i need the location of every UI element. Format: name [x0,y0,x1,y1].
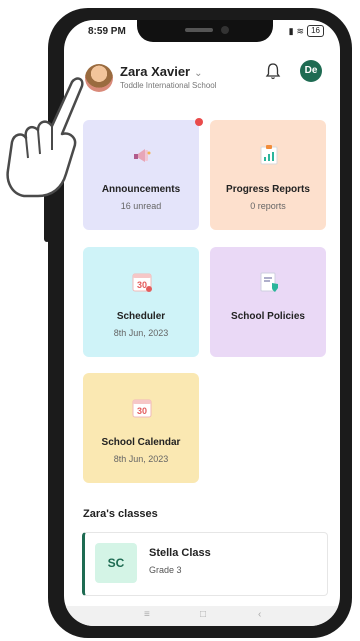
school-calendar-tile[interactable]: 30 School Calendar 8th Jun, 2023 [83,373,199,483]
system-nav-bar: ≡ □ ‹ [64,606,340,626]
bell-icon[interactable] [265,62,281,80]
progress-reports-title: Progress Reports [226,184,310,195]
user-name: Zara Xavier [120,64,191,79]
user-switcher[interactable]: Zara Xavier ⌄ [120,64,203,79]
menu-icon[interactable]: ≡ [144,609,150,620]
policy-document-icon [260,272,278,292]
school-calendar-date: 8th Jun, 2023 [113,454,169,464]
announcements-title: Announcements [101,184,181,195]
announcements-count: 16 unread [120,201,162,211]
calendar-icon: 30 [132,399,152,418]
app-screen: 8:59 PM ▮ ≋ 16 Zara Xavier ⌄ Toddle Inter… [64,20,340,626]
school-policies-tile[interactable]: School Policies [210,247,326,357]
status-icons: ▮ ≋ 16 [289,25,324,37]
calendar-icon: 30 [132,273,152,292]
scheduler-date-number: 30 [137,280,147,290]
scheduler-title: Scheduler [116,311,166,322]
progress-reports-tile[interactable]: Progress Reports 0 reports [210,120,326,230]
scheduler-tile[interactable]: 30 Scheduler 8th Jun, 2023 [83,247,199,357]
notification-dot [195,118,203,126]
school-policies-title: School Policies [231,311,305,322]
scheduler-date: 8th Jun, 2023 [113,328,169,338]
battery-icon: 16 [307,25,324,37]
chevron-down-icon: ⌄ [194,68,203,79]
back-icon[interactable]: ‹ [258,609,261,620]
status-time: 8:59 PM [88,26,126,37]
progress-reports-count: 0 reports [250,201,286,211]
class-abbreviation-badge: SC [95,543,137,583]
school-calendar-title: School Calendar [101,437,181,448]
signal-icon: ▮ [288,25,294,36]
announcements-tile[interactable]: Announcements 16 unread [83,120,199,230]
profile-initials-avatar[interactable]: De [300,60,322,82]
wifi-icon: ≋ [296,25,305,36]
class-grade: Grade 3 [149,565,182,575]
megaphone-icon [134,149,151,162]
report-chart-icon [260,145,278,165]
camera-notch [137,20,273,42]
home-icon[interactable]: □ [200,609,206,620]
school-name: Toddle International School [120,81,217,90]
classes-heading: Zara's classes [83,508,158,520]
pointing-hand-icon [6,77,84,198]
class-card[interactable]: SC Stella Class Grade 3 [82,532,328,596]
class-name: Stella Class [149,547,211,559]
calendar-date-number: 30 [137,406,147,416]
